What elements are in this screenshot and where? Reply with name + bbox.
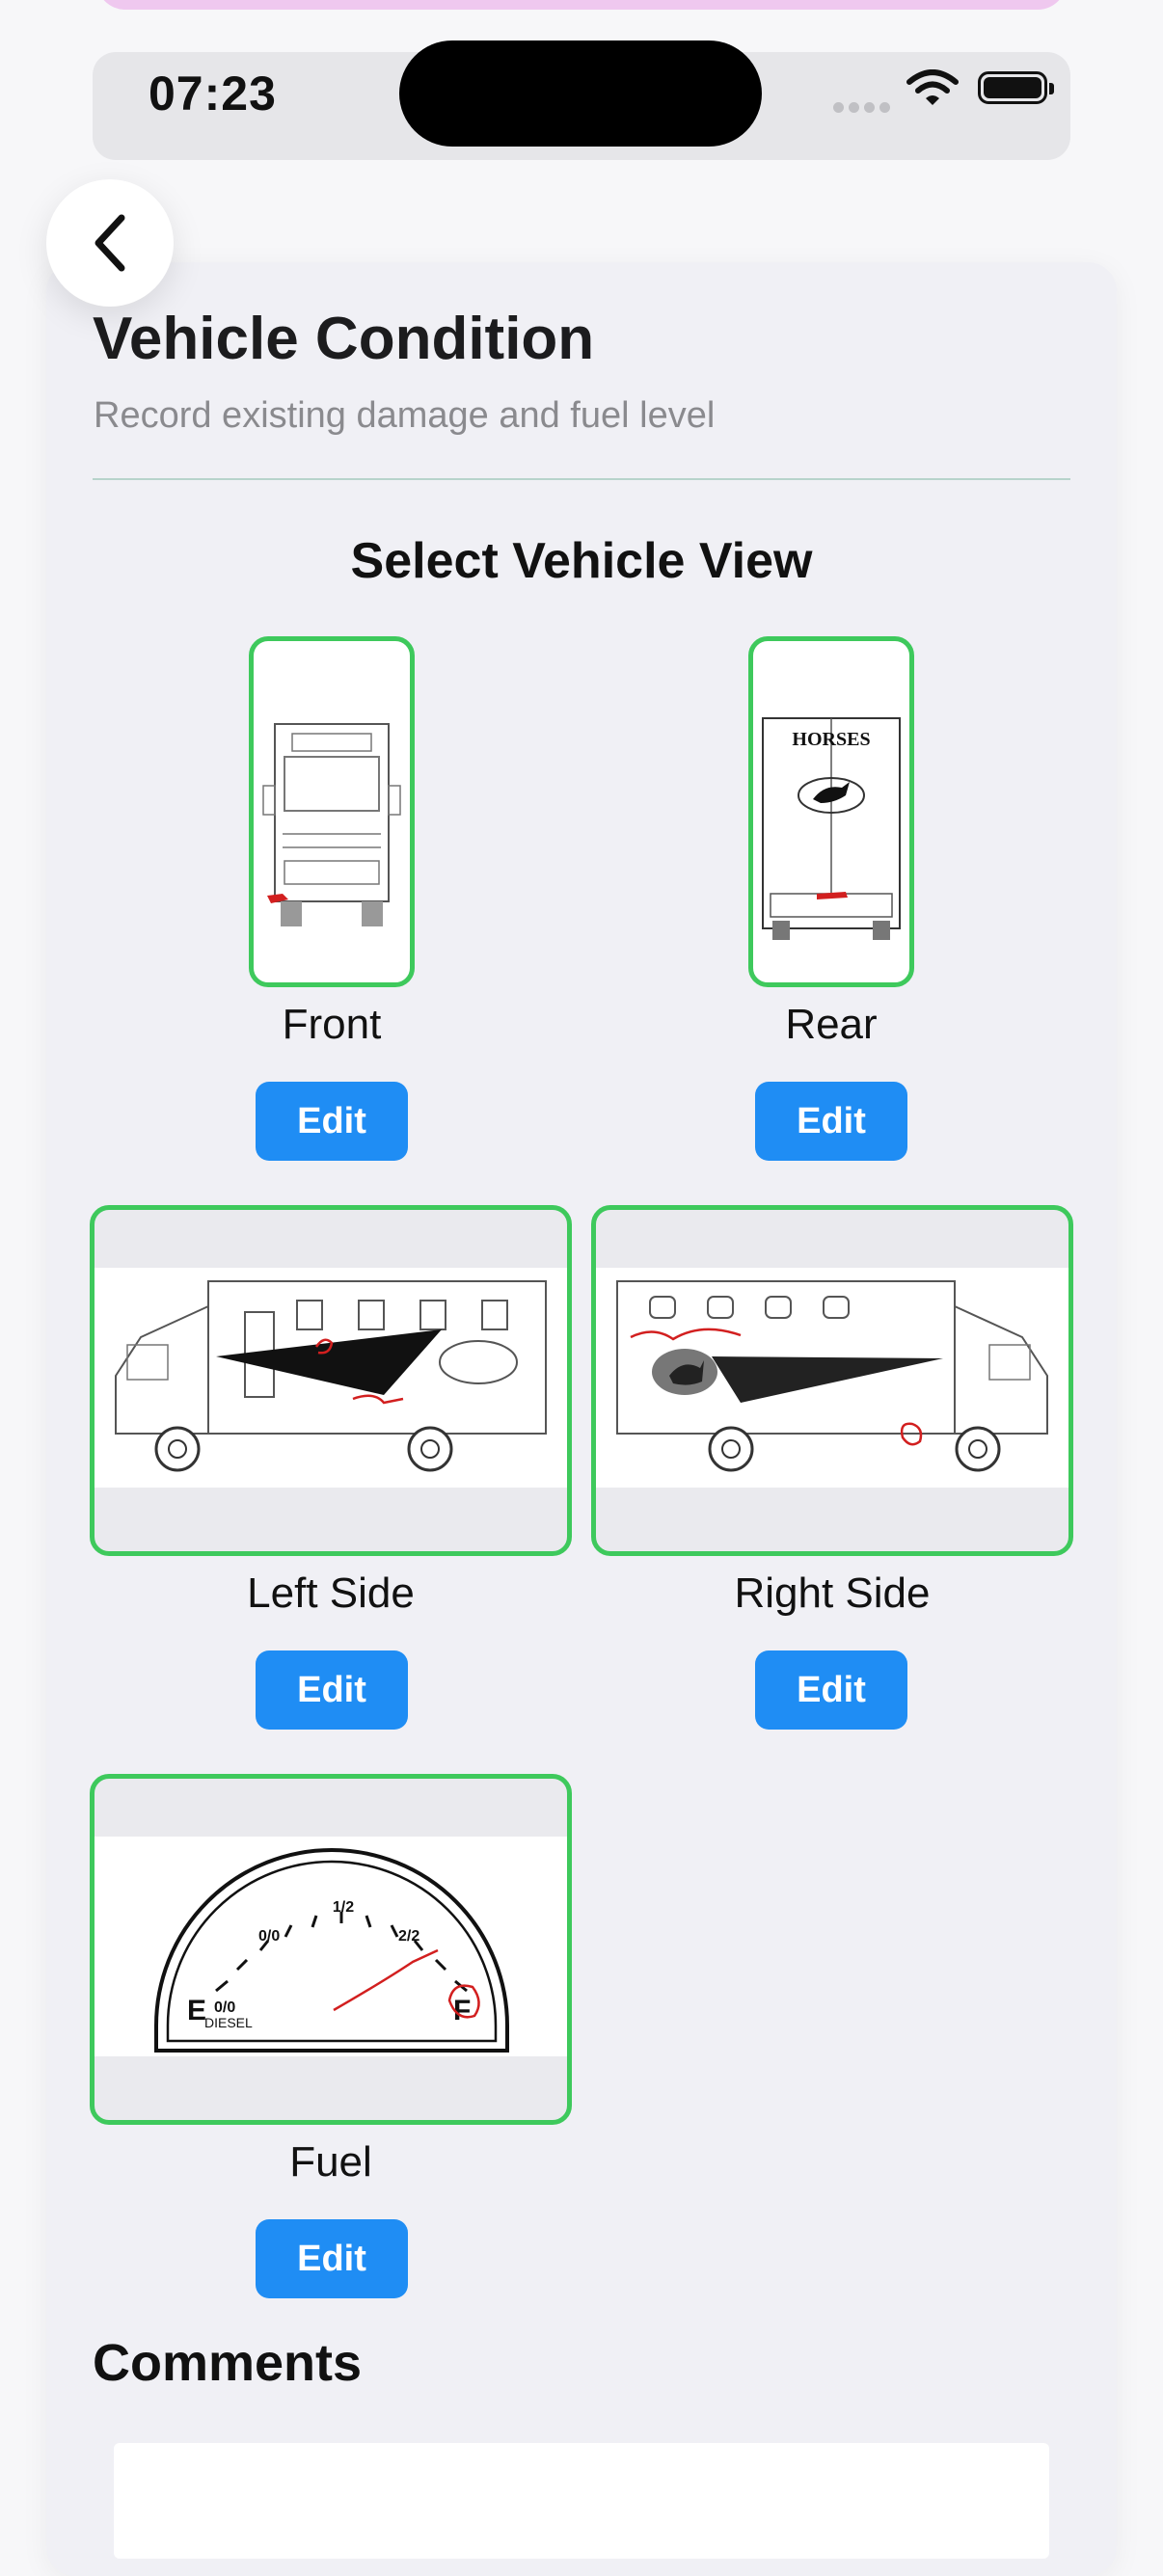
truck-right-side-drawing bbox=[616, 1280, 1048, 1472]
truck-rear-drawing: HORSES bbox=[762, 717, 901, 940]
rear-view-label: Rear bbox=[785, 1001, 878, 1048]
page-subtitle: Record existing damage and fuel level bbox=[94, 395, 716, 436]
status-time: 07:23 bbox=[149, 67, 277, 121]
chevron-left-icon bbox=[95, 214, 125, 272]
left-side-edit-button[interactable]: Edit bbox=[256, 1650, 408, 1730]
gauge-empty-letter: E bbox=[187, 1995, 206, 2026]
gauge-tick-zero: 0/0 bbox=[258, 1928, 280, 1945]
back-button[interactable] bbox=[46, 179, 174, 307]
left-side-view-label: Left Side bbox=[247, 1570, 415, 1617]
fuel-gauge-drawing: 0/0 1/2 2/2 E 0/0 DIESEL F bbox=[154, 1848, 509, 2053]
gauge-empty-value: 0/0 bbox=[214, 1999, 235, 2016]
rear-view-thumbnail[interactable]: HORSES bbox=[748, 636, 914, 987]
fuel-gauge-image-area: 0/0 1/2 2/2 E 0/0 DIESEL F bbox=[95, 1837, 567, 2056]
select-view-title: Select Vehicle View bbox=[350, 533, 813, 589]
left-side-view-thumbnail[interactable] bbox=[90, 1205, 572, 1556]
gauge-tick-full: 2/2 bbox=[398, 1928, 419, 1945]
front-edit-button[interactable]: Edit bbox=[256, 1082, 408, 1161]
gauge-fuel-type: DIESEL bbox=[204, 2015, 253, 2030]
comments-input[interactable] bbox=[114, 2443, 1049, 2559]
gauge-tick-half: 1/2 bbox=[333, 1899, 354, 1916]
left-side-image-area bbox=[95, 1268, 567, 1488]
rear-sign-text: HORSES bbox=[792, 729, 870, 750]
front-view-thumbnail[interactable] bbox=[249, 636, 415, 987]
header-divider bbox=[93, 478, 1070, 480]
right-side-edit-button[interactable]: Edit bbox=[755, 1650, 907, 1730]
dynamic-island bbox=[399, 40, 762, 147]
rear-edit-button[interactable]: Edit bbox=[755, 1082, 907, 1161]
comments-title: Comments bbox=[93, 2334, 363, 2392]
page-title: Vehicle Condition bbox=[93, 306, 595, 372]
truck-front-drawing bbox=[262, 723, 401, 926]
front-view-label: Front bbox=[282, 1001, 382, 1048]
status-bar: 07:23 bbox=[93, 40, 1070, 160]
right-side-image-area bbox=[596, 1268, 1068, 1488]
fuel-edit-button[interactable]: Edit bbox=[256, 2219, 408, 2298]
fuel-view-label: Fuel bbox=[289, 2138, 372, 2186]
battery-icon bbox=[978, 71, 1054, 104]
top-banner-edge bbox=[96, 0, 1067, 10]
cellular-signal-icon bbox=[833, 102, 890, 113]
right-side-view-label: Right Side bbox=[734, 1570, 931, 1617]
wifi-icon bbox=[906, 69, 959, 105]
fuel-gauge-thumbnail[interactable]: 0/0 1/2 2/2 E 0/0 DIESEL F bbox=[90, 1774, 572, 2125]
truck-left-side-drawing bbox=[115, 1280, 547, 1472]
right-side-view-thumbnail[interactable] bbox=[591, 1205, 1073, 1556]
